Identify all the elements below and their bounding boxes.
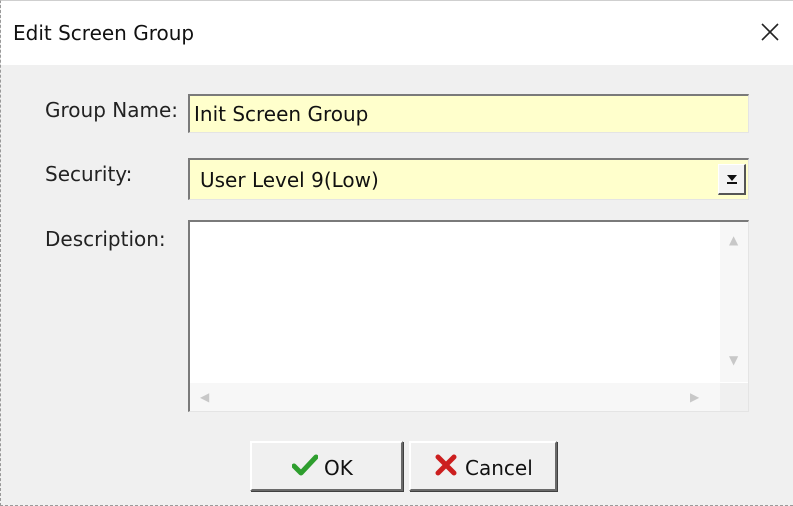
horizontal-scrollbar[interactable]: ◀ ▶ xyxy=(190,383,720,411)
group-name-label: Group Name: xyxy=(45,98,178,122)
description-field-box: ▲ ▼ ◀ ▶ xyxy=(188,220,749,412)
scroll-up-arrow-icon[interactable]: ▲ xyxy=(729,234,738,246)
dialog-title: Edit Screen Group xyxy=(13,21,195,45)
cancel-button-label: Cancel xyxy=(465,456,533,480)
scroll-left-arrow-icon[interactable]: ◀ xyxy=(200,391,209,403)
title-bar: Edit Screen Group xyxy=(1,1,793,65)
group-name-field-box xyxy=(188,94,749,133)
ok-button-label: OK xyxy=(324,456,353,480)
close-icon xyxy=(761,23,779,41)
security-label: Security: xyxy=(45,162,133,186)
security-selected-value: User Level 9(Low) xyxy=(200,168,379,192)
x-mark-icon xyxy=(435,454,457,476)
scroll-down-arrow-icon[interactable]: ▼ xyxy=(729,354,738,366)
security-dropdown-button[interactable] xyxy=(718,164,746,195)
cancel-button[interactable]: Cancel xyxy=(409,441,557,491)
scroll-right-arrow-icon[interactable]: ▶ xyxy=(690,391,699,403)
scrollbar-corner xyxy=(720,383,748,411)
security-select[interactable]: User Level 9(Low) xyxy=(188,158,749,200)
ok-button[interactable]: OK xyxy=(250,441,403,491)
checkmark-icon xyxy=(292,454,318,476)
group-name-input[interactable] xyxy=(194,96,742,131)
description-label: Description: xyxy=(45,227,166,251)
description-textarea[interactable] xyxy=(194,224,710,374)
vertical-scrollbar[interactable]: ▲ ▼ xyxy=(720,222,748,382)
dropdown-arrow-icon xyxy=(727,175,737,184)
close-button[interactable] xyxy=(747,1,793,65)
edit-screen-group-dialog: Edit Screen Group Group Name: Security: … xyxy=(0,0,793,506)
